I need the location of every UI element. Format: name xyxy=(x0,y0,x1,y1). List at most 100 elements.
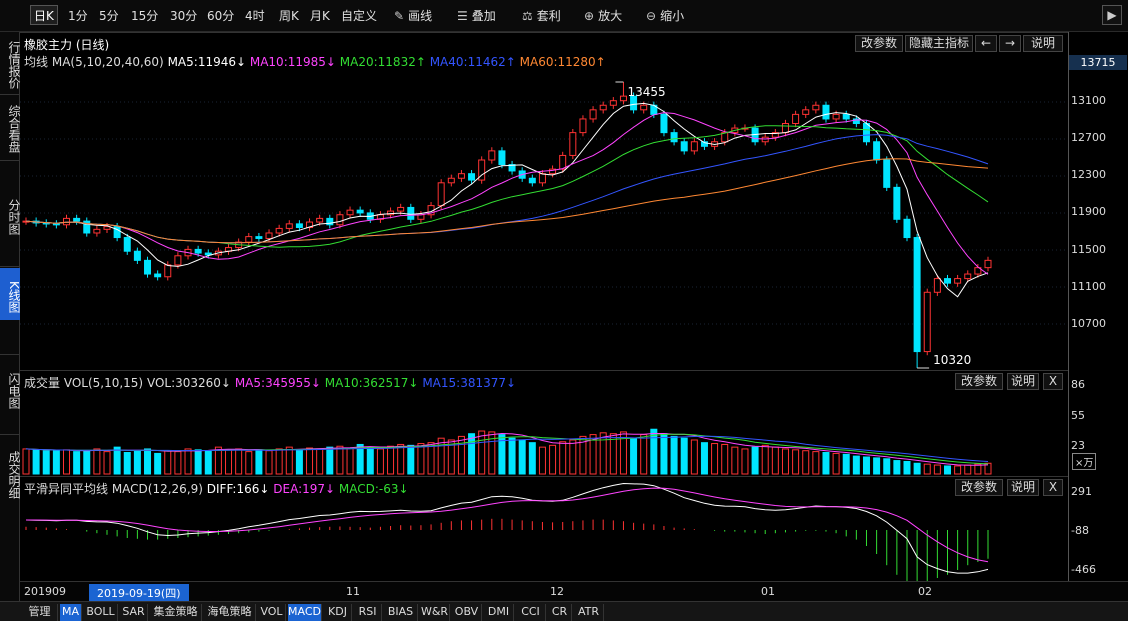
tab-atr[interactable]: ATR xyxy=(574,604,604,621)
volume-bar xyxy=(63,449,71,475)
volume-bar xyxy=(771,446,779,475)
candle-body xyxy=(792,113,800,125)
tab-kdj[interactable]: KDJ xyxy=(324,604,352,621)
volume-bar xyxy=(842,453,850,475)
date-month: 01 xyxy=(761,585,775,598)
vol-tick: 55 xyxy=(1071,409,1085,422)
candle-body xyxy=(933,278,941,293)
tab-boll[interactable]: BOLL xyxy=(84,604,118,621)
tb-daily-k[interactable]: 日K xyxy=(30,5,58,25)
candle-body xyxy=(73,217,81,222)
candle-body xyxy=(174,255,182,266)
volume-bar xyxy=(954,465,962,475)
tab-sar[interactable]: SAR xyxy=(120,604,148,621)
volume-bar xyxy=(417,443,425,475)
volume-bar xyxy=(336,445,344,475)
price-tick: 10700 xyxy=(1071,317,1106,330)
draw-line-label: 画线 xyxy=(408,9,433,23)
nav-flash[interactable]: 闪电图 xyxy=(0,366,21,416)
candle-body xyxy=(660,113,668,134)
nav-kline[interactable]: K线图 xyxy=(0,268,21,320)
volume-bar xyxy=(407,444,415,475)
volume-bar xyxy=(923,463,931,475)
ma10-line xyxy=(25,112,989,275)
volume-bar xyxy=(751,446,759,475)
expand-arrow-icon[interactable]: ▶ xyxy=(1102,5,1122,25)
tab-vol[interactable]: VOL xyxy=(258,604,286,621)
tab-macd[interactable]: MACD xyxy=(288,604,322,621)
tab--[interactable]: 海龟策略 xyxy=(204,604,256,621)
nav-timeshare[interactable]: 分时图 xyxy=(0,192,21,242)
nav-trades[interactable]: 成交明细 xyxy=(0,444,21,506)
candle-body xyxy=(619,95,627,102)
candle-body xyxy=(812,104,820,111)
tb-60min[interactable]: 60分 xyxy=(207,6,234,26)
tab--[interactable]: 集金策略 xyxy=(150,604,202,621)
volume-bar xyxy=(204,450,212,475)
volume-bar xyxy=(123,452,131,475)
candle-body xyxy=(609,100,617,106)
nav-quotes[interactable]: 行情报价 xyxy=(0,32,21,93)
price-tick: 12700 xyxy=(1071,131,1106,144)
tab-cci[interactable]: CCI xyxy=(516,604,546,621)
macd-diff-line xyxy=(25,482,989,574)
tb-4h[interactable]: 4时 xyxy=(245,6,265,26)
tab-rsi[interactable]: RSI xyxy=(354,604,382,621)
volume-bar xyxy=(32,449,40,475)
volume-bar xyxy=(194,449,202,475)
candle-body xyxy=(903,218,911,239)
zoom-out-icon: ⊖ xyxy=(646,9,657,23)
volume-bar xyxy=(285,446,293,475)
tb-weekly-k[interactable]: 周K xyxy=(279,6,299,26)
volume-bar xyxy=(316,448,324,475)
zoom-out-button[interactable]: ⊖ 缩小 xyxy=(646,6,684,26)
arbitrage-button[interactable]: ⚖ 套利 xyxy=(522,6,561,26)
selected-date[interactable]: 2019-09-19(四) xyxy=(89,584,189,602)
candle-body xyxy=(255,236,263,239)
tb-1min[interactable]: 1分 xyxy=(68,6,88,26)
candle-body xyxy=(781,123,789,134)
tab-w-r[interactable]: W&R xyxy=(420,604,450,621)
tb-30min[interactable]: 30分 xyxy=(170,6,197,26)
candle-body xyxy=(194,248,202,254)
zoom-in-button[interactable]: ⊕ 放大 xyxy=(584,6,622,26)
tab-obv[interactable]: OBV xyxy=(452,604,482,621)
volume-bar xyxy=(457,435,465,475)
draw-line-button[interactable]: ✎ 画线 xyxy=(394,6,432,26)
price-tick: 11900 xyxy=(1071,205,1106,218)
candle-body xyxy=(63,217,71,226)
tab--[interactable]: 管理 xyxy=(22,604,58,621)
volume-bar xyxy=(164,450,172,475)
tb-monthly-k[interactable]: 月K xyxy=(310,6,330,26)
candle-body xyxy=(285,223,293,229)
candle-body xyxy=(275,227,283,234)
price-axis: 13715 13100 12700 12300 11900 11500 1110… xyxy=(1068,32,1128,581)
candle-body xyxy=(123,237,131,252)
tb-custom[interactable]: 自定义 xyxy=(341,6,377,26)
tab-cr[interactable]: CR xyxy=(548,604,572,621)
volume-bar xyxy=(559,441,567,475)
tb-5min[interactable]: 5分 xyxy=(99,6,119,26)
overlay-button[interactable]: ☰ 叠加 xyxy=(457,6,496,26)
volume-bar xyxy=(893,460,901,475)
tab-dmi[interactable]: DMI xyxy=(484,604,514,621)
candle-body xyxy=(913,237,921,353)
volume-bar xyxy=(518,439,526,475)
candle-body xyxy=(265,232,273,239)
ma40-line xyxy=(25,134,989,244)
candle-body xyxy=(528,177,536,184)
volume-bar xyxy=(832,452,840,475)
volume-bar xyxy=(873,457,881,475)
chart-canvas[interactable]: 13455 10320 xyxy=(20,32,1068,581)
tab-bias[interactable]: BIAS xyxy=(384,604,418,621)
nav-overview[interactable]: 综合看盘 xyxy=(0,96,21,158)
volume-bar xyxy=(549,444,557,475)
tab-ma[interactable]: MA xyxy=(60,604,82,621)
volume-bar xyxy=(802,450,810,475)
volume-bar xyxy=(184,448,192,475)
candle-body xyxy=(407,206,415,220)
macd-tick: -466 xyxy=(1071,563,1096,576)
volume-bar xyxy=(52,450,60,475)
tb-15min[interactable]: 15分 xyxy=(131,6,158,26)
volume-bar xyxy=(154,452,162,475)
